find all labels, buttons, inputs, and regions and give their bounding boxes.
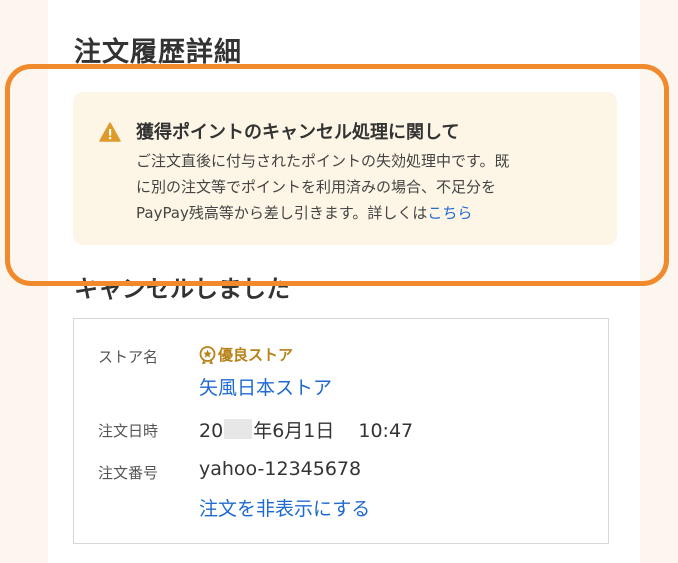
warning-icon — [99, 122, 121, 142]
notice-body: ご注文直後に付与されたポイントの失効処理中です。既 に別の注文等でポイントを利用… — [136, 148, 606, 226]
order-details-box: ストア名 優良ストア 矢風日本ストア 注文日時 20 年6月1日 10:47 注文番… — [73, 318, 609, 544]
badge-label: 優良ストア — [218, 346, 294, 364]
page-title: 注文履歴詳細 — [74, 37, 242, 68]
notice-body-text: PayPay残高等から差し引きます。詳しくは — [136, 204, 428, 222]
notice-details-link[interactable]: こちら — [427, 204, 472, 222]
order-date-suffix: 年6月1日 — [253, 420, 335, 442]
point-cancel-notice: 獲得ポイントのキャンセル処理に関して ご注文直後に付与されたポイントの失効処理中… — [73, 92, 617, 245]
store-name-link[interactable]: 矢風日本ストア — [199, 373, 332, 400]
notice-body-line: PayPay残高等から差し引きます。詳しくはこちら — [136, 200, 606, 226]
hide-order-link[interactable]: 注文を非表示にする — [199, 494, 370, 521]
notice-body-line: ご注文直後に付与されたポイントの失効処理中です。既 — [136, 152, 510, 170]
notice-body-line: に別の注文等でポイントを利用済みの場合、不足分を — [136, 178, 497, 196]
notice-title: 獲得ポイントのキャンセル処理に関して — [136, 122, 460, 143]
award-medal-icon — [199, 345, 216, 364]
order-time: 10:47 — [358, 420, 414, 442]
excellent-store-badge: 優良ストア — [199, 344, 293, 365]
store-name-label: ストア名 — [98, 348, 159, 366]
status-heading: キャンセルしました — [74, 275, 290, 303]
order-date-prefix: 20 — [199, 420, 224, 442]
order-date-value: 20 年6月1日 10:47 — [199, 416, 413, 443]
order-number-value: yahoo-12345678 — [199, 458, 362, 480]
order-number-label: 注文番号 — [98, 464, 159, 482]
redacted-year — [224, 419, 253, 439]
order-detail-page: 注文履歴詳細 獲得ポイントのキャンセル処理に関して ご注文直後に付与されたポイン… — [48, 0, 640, 563]
order-date-label: 注文日時 — [98, 422, 159, 440]
